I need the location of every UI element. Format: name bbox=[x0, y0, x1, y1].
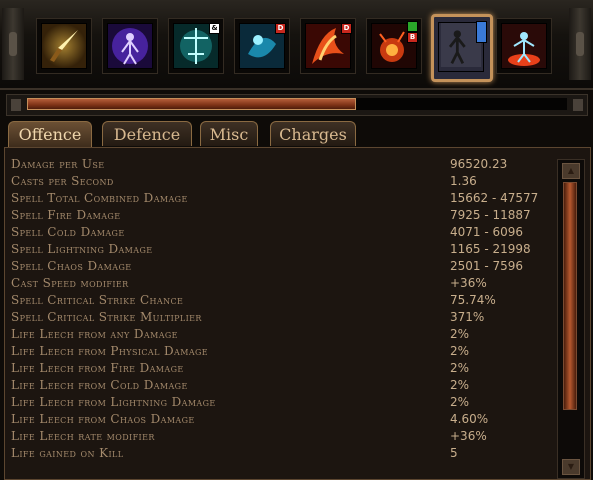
stat-row: Life Leech from Physical Damage 2% bbox=[11, 343, 551, 360]
skill-slot-8[interactable] bbox=[496, 18, 552, 74]
stat-row: Life Leech rate modifier +36% bbox=[11, 428, 551, 445]
stat-row: Damage per Use 96520.23 bbox=[11, 156, 551, 173]
stat-value: 1165 - 21998 bbox=[450, 242, 531, 256]
scroll-up-icon[interactable]: ▲ bbox=[562, 163, 580, 179]
skill-slot-4-badge: D bbox=[275, 23, 286, 34]
stat-value: +36% bbox=[450, 429, 487, 443]
stat-value: 5 bbox=[450, 446, 458, 460]
scroll-thumb[interactable] bbox=[563, 182, 577, 410]
stat-label: Spell Critical Strike Multiplier bbox=[11, 310, 202, 324]
stat-list: Damage per Use 96520.23 Casts per Second 1.… bbox=[11, 156, 551, 462]
stat-value: 2% bbox=[450, 344, 470, 358]
stat-row: Life Leech from Fire Damage 2% bbox=[11, 360, 551, 377]
tab-charges[interactable]: Charges bbox=[270, 121, 356, 146]
stat-value: 7925 - 11887 bbox=[450, 208, 531, 222]
skill-slot-6-badge: B bbox=[407, 32, 418, 43]
stat-row: Life Leech from Cold Damage 2% bbox=[11, 377, 551, 394]
scroll-down-icon[interactable]: ▼ bbox=[562, 459, 580, 475]
stat-value: +36% bbox=[450, 276, 487, 290]
stat-value: 4071 - 6096 bbox=[450, 225, 524, 239]
skill-bar-left-ornament bbox=[2, 8, 24, 80]
skill-slot-3-badge: & bbox=[209, 23, 220, 34]
stat-row: Casts per Second 1.36 bbox=[11, 173, 551, 190]
stat-row: Spell Lightning Damage 1165 - 21998 bbox=[11, 241, 551, 258]
progress-left-cap bbox=[11, 99, 21, 111]
stat-value: 96520.23 bbox=[450, 157, 508, 171]
stat-row: Spell Fire Damage 7925 - 11887 bbox=[11, 207, 551, 224]
stat-label: Life gained on Kill bbox=[11, 446, 124, 460]
stat-label: Spell Total Combined Damage bbox=[11, 191, 188, 205]
stat-label: Spell Critical Strike Chance bbox=[11, 293, 184, 307]
skill-slot-4[interactable]: D bbox=[234, 18, 290, 74]
stat-value: 2% bbox=[450, 395, 470, 409]
stat-value: 2% bbox=[450, 378, 470, 392]
stat-value: 75.74% bbox=[450, 293, 496, 307]
stat-label: Life Leech rate modifier bbox=[11, 429, 155, 443]
skill-slot-7-selected[interactable] bbox=[431, 14, 493, 82]
stat-value: 4.60% bbox=[450, 412, 489, 426]
stats-panel: Damage per Use 96520.23 Casts per Second 1.… bbox=[4, 147, 591, 480]
skill-slot-6[interactable]: B bbox=[366, 18, 422, 74]
skill-slot-3[interactable]: & bbox=[168, 18, 224, 74]
skill-slot-2[interactable] bbox=[102, 18, 158, 74]
stat-value: 1.36 bbox=[450, 174, 477, 188]
stat-label: Life Leech from Cold Damage bbox=[11, 378, 188, 392]
skill-bar-right-ornament bbox=[569, 8, 591, 80]
stat-value: 371% bbox=[450, 310, 485, 324]
skill-bar: & D D B bbox=[0, 0, 593, 90]
stat-row: Spell Critical Strike Chance 75.74% bbox=[11, 292, 551, 309]
skill-slot-6-badge-green bbox=[407, 21, 418, 32]
skill-slot-7-link-badges bbox=[476, 21, 487, 43]
stat-row: Spell Chaos Damage 2501 - 7596 bbox=[11, 258, 551, 275]
stat-row: Life Leech from any Damage 2% bbox=[11, 326, 551, 343]
skill-slot-5-badge: D bbox=[341, 23, 352, 34]
stat-label: Damage per Use bbox=[11, 157, 105, 171]
stat-row: Life gained on Kill 5 bbox=[11, 445, 551, 462]
purple-aura-figure-icon bbox=[107, 23, 153, 69]
stat-row: Life Leech from Lightning Damage 2% bbox=[11, 394, 551, 411]
stats-scrollbar[interactable]: ▲ ▼ bbox=[557, 159, 585, 479]
stat-label: Spell Cold Damage bbox=[11, 225, 125, 239]
golden-dagger-icon bbox=[41, 23, 87, 69]
stat-label: Spell Chaos Damage bbox=[11, 259, 132, 273]
stat-value: 2% bbox=[450, 327, 470, 341]
stat-value: 15662 - 47577 bbox=[450, 191, 539, 205]
stat-row: Cast Speed modifier +36% bbox=[11, 275, 551, 292]
stat-label: Life Leech from Fire Damage bbox=[11, 361, 184, 375]
experience-bar bbox=[6, 94, 588, 116]
stat-label: Cast Speed modifier bbox=[11, 276, 129, 290]
tab-misc[interactable]: Misc bbox=[200, 121, 258, 146]
progress-right-cap bbox=[573, 99, 583, 111]
progress-fill bbox=[27, 98, 357, 110]
stat-label: Spell Fire Damage bbox=[11, 208, 121, 222]
stat-value: 2501 - 7596 bbox=[450, 259, 524, 273]
stat-label: Life Leech from Lightning Damage bbox=[11, 395, 216, 409]
skill-slot-1[interactable] bbox=[36, 18, 92, 74]
blue-fire-figure-icon bbox=[501, 23, 547, 69]
tab-offence[interactable]: Offence bbox=[8, 121, 92, 148]
tab-defence[interactable]: Defence bbox=[102, 121, 192, 146]
stat-value: 2% bbox=[450, 361, 470, 375]
stat-label: Life Leech from Physical Damage bbox=[11, 344, 209, 358]
skill-slot-5[interactable]: D bbox=[300, 18, 356, 74]
stat-label: Life Leech from any Damage bbox=[11, 327, 178, 341]
stat-row: Life Leech from Chaos Damage 4.60% bbox=[11, 411, 551, 428]
progress-track bbox=[27, 98, 567, 110]
stat-row: Spell Cold Damage 4071 - 6096 bbox=[11, 224, 551, 241]
stat-label: Life Leech from Chaos Damage bbox=[11, 412, 195, 426]
stat-label: Casts per Second bbox=[11, 174, 114, 188]
stat-label: Spell Lightning Damage bbox=[11, 242, 153, 256]
stat-row: Spell Critical Strike Multiplier 371% bbox=[11, 309, 551, 326]
stat-row: Spell Total Combined Damage 15662 - 47577 bbox=[11, 190, 551, 207]
